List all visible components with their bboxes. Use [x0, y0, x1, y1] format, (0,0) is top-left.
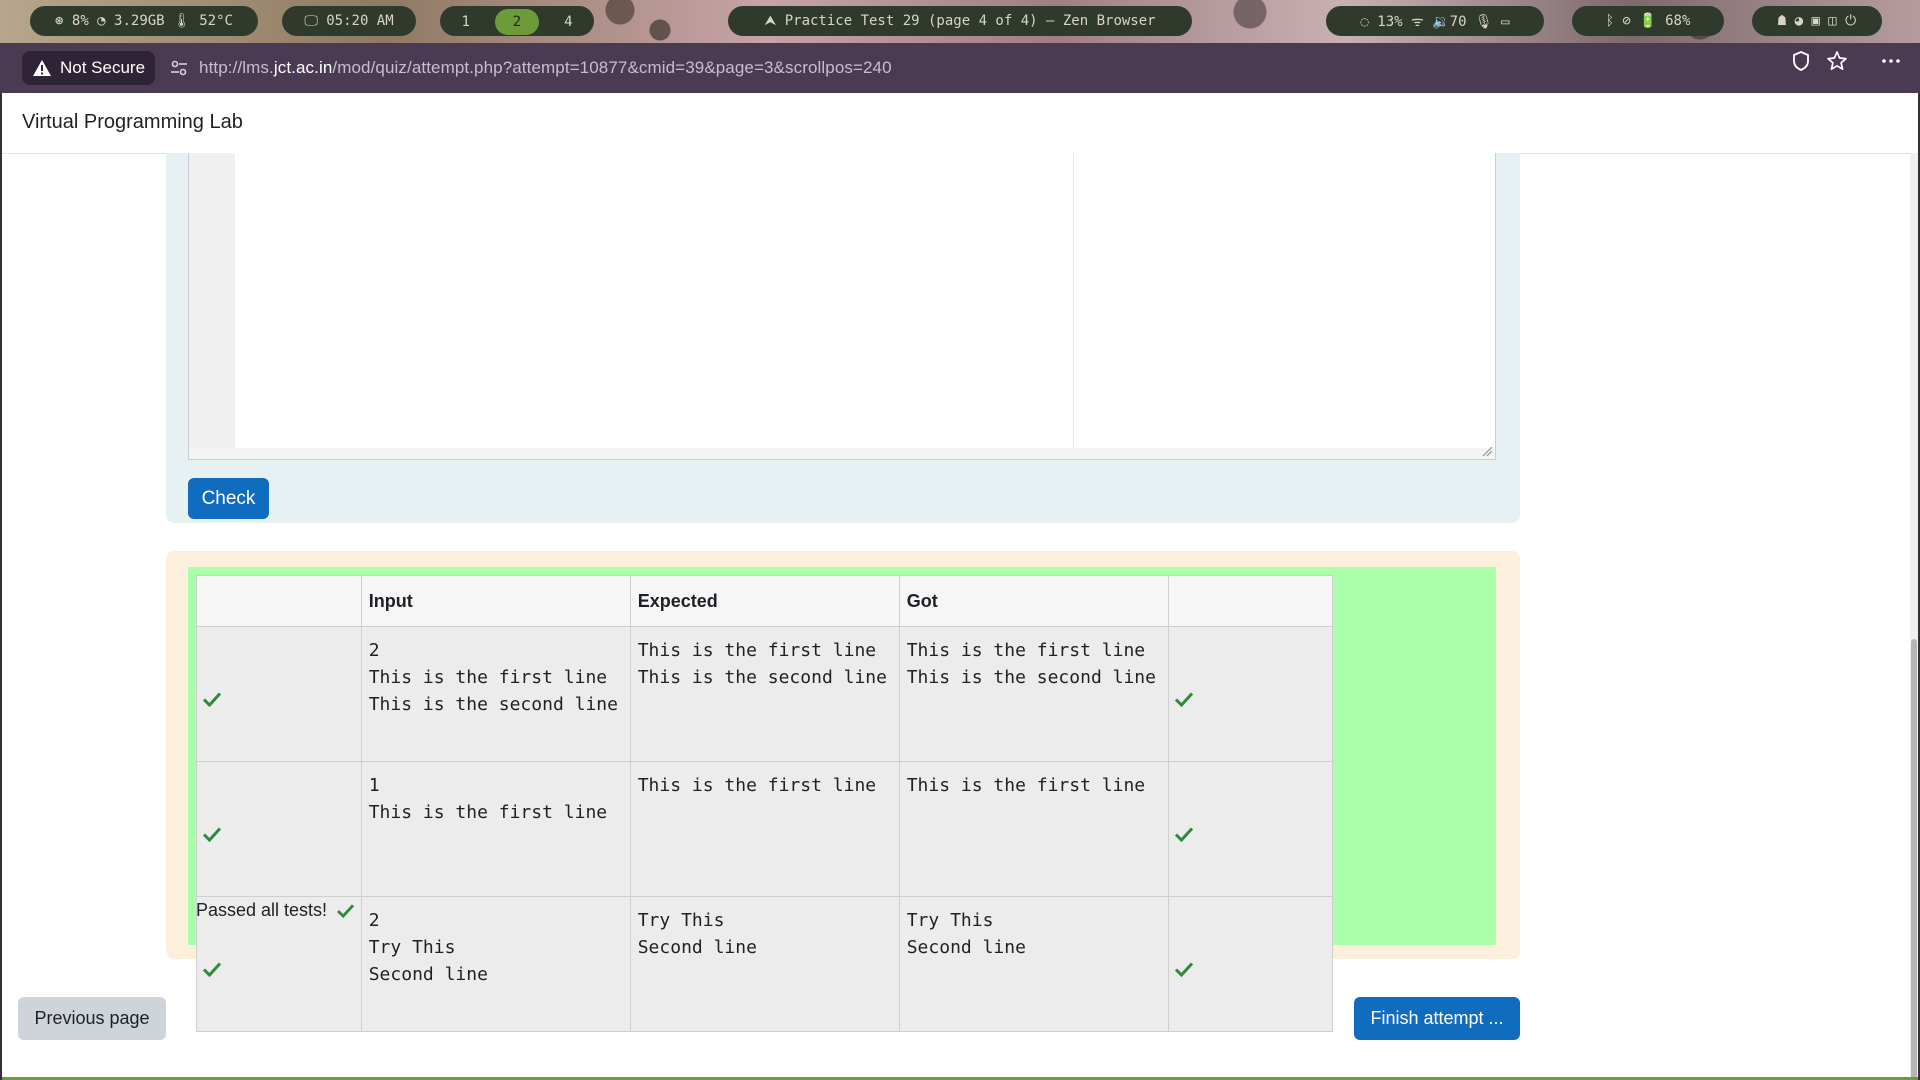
site-title[interactable]: Virtual Programming Lab [22, 111, 243, 134]
got-cell: This is the first line [898, 761, 1169, 897]
test-results-table: Input Expected Got 2 This is the first l… [196, 575, 1334, 1032]
table-header-row: Input Expected Got [196, 575, 1334, 627]
window-title: ⮝ Practice Test 29 (page 4 of 4) — Zen B… [728, 6, 1192, 36]
url-text[interactable]: http://lms.jct.ac.in/mod/quiz/attempt.ph… [199, 58, 892, 78]
page-content: Virtual Programming Lab Check Input Expe… [2, 93, 1918, 1080]
input-cell: 1 This is the first line [360, 761, 631, 897]
pass-icon-cell [196, 626, 362, 762]
browser-toolbar: Not Secure http://lms.jct.ac.in/mod/quiz… [0, 43, 1920, 93]
checkmark-icon [203, 962, 221, 977]
finish-attempt-button[interactable]: Finish attempt ... [1354, 997, 1520, 1040]
battery-text: ᛒ ⊘ 🔋 68% [1605, 13, 1691, 29]
expected-cell: Try This Second line [629, 896, 900, 1032]
table-row: 2 This is the first line This is the sec… [196, 626, 1334, 762]
check-button[interactable]: Check [188, 478, 269, 519]
expected-cell: This is the first line [629, 761, 900, 897]
checkmark-icon [1174, 827, 1193, 842]
shield-icon[interactable] [1790, 50, 1812, 72]
power-icons[interactable]: ☗ ◕ ▣ ◫ ⏻ [1778, 13, 1857, 29]
pass-icon-cell [196, 761, 362, 897]
expected-cell: This is the first line This is the secon… [629, 626, 900, 762]
not-secure-label: Not Secure [60, 58, 146, 77]
workspace-switcher[interactable]: 124 [440, 6, 594, 36]
editor-print-margin [1073, 153, 1074, 448]
table-row: 2 Try This Second line Try This Second l… [196, 896, 1334, 1032]
table-row: 1 This is the first line This is the fir… [196, 761, 1334, 897]
battery-status[interactable]: ᛒ ⊘ 🔋 68% [1572, 6, 1724, 36]
site-settings-icon[interactable] [169, 58, 189, 78]
status-header [196, 575, 362, 627]
got-cell: Try This Second line [898, 896, 1169, 1032]
not-secure-badge[interactable]: Not Secure [22, 51, 156, 85]
question-block: Check [166, 153, 1520, 523]
header-input: Input [360, 575, 631, 627]
pass-icon-cell [1167, 896, 1334, 1032]
editor-gutter [189, 153, 235, 448]
previous-page-button[interactable]: Previous page [18, 997, 166, 1040]
clock: 🖵 05:20 AM [282, 6, 416, 36]
url-path: /mod/quiz/attempt.php?attempt=10877&cmid… [332, 58, 892, 77]
site-header: Virtual Programming Lab [2, 93, 1918, 154]
editor-area[interactable] [235, 153, 1495, 448]
pass-summary: Passed all tests! [196, 900, 355, 921]
clock-text: 🖵 05:20 AM [304, 13, 394, 29]
checkmark-icon [203, 692, 221, 707]
header-got: Got [898, 575, 1169, 627]
system-status-text: ◌ 13% ᯤ 🔉70 🎙 ▭ [1360, 13, 1510, 30]
workspace-2-active[interactable]: 2 [495, 9, 539, 35]
scrollbar-thumb[interactable] [1911, 639, 1917, 1079]
workspace-4[interactable]: 4 [547, 9, 590, 35]
power-menu[interactable]: ☗ ◕ ▣ ◫ ⏻ [1752, 6, 1882, 36]
address-bar[interactable]: Not Secure http://lms.jct.ac.in/mod/quiz… [22, 50, 1920, 86]
pass-icon-cell [1167, 626, 1334, 762]
workspace-1[interactable]: 1 [444, 9, 487, 35]
page-scrollbar[interactable] [1910, 153, 1918, 1080]
got-cell: This is the first line This is the secon… [898, 626, 1169, 762]
results-block: Input Expected Got 2 This is the first l… [166, 551, 1520, 1032]
more-menu-icon[interactable] [1880, 50, 1902, 72]
results-panel: Input Expected Got 2 This is the first l… [188, 567, 1496, 1032]
checkmark-icon [1174, 692, 1193, 707]
bookmark-star-icon[interactable] [1826, 50, 1848, 72]
pass-summary-text: Passed all tests! [196, 900, 328, 920]
header-expected: Expected [629, 575, 900, 627]
window-title-text: ⮝ Practice Test 29 (page 4 of 4) — Zen B… [764, 13, 1156, 29]
system-status[interactable]: ◌ 13% ᯤ 🔉70 🎙 ▭ [1326, 6, 1544, 36]
system-bar: ⊛ 8% ◔ 3.29GB 🌡 52°C 🖵 05:20 AM 124 ⮝ Pr… [0, 0, 1920, 43]
checkmark-icon [337, 904, 355, 918]
url-prefix: http://lms. [199, 58, 274, 77]
system-stats-text: ⊛ 8% ◔ 3.29GB 🌡 52°C [55, 13, 233, 29]
code-editor[interactable] [188, 153, 1496, 460]
warning-icon [33, 60, 51, 76]
status-header-right [1167, 575, 1334, 627]
input-cell: 2 Try This Second line [360, 896, 631, 1032]
checkmark-icon [203, 827, 221, 842]
toolbar-actions [1790, 50, 1902, 72]
input-cell: 2 This is the first line This is the sec… [360, 626, 631, 762]
system-stats: ⊛ 8% ◔ 3.29GB 🌡 52°C [30, 6, 258, 36]
checkmark-icon [1174, 962, 1193, 977]
resize-grip-icon[interactable] [1481, 445, 1493, 457]
pass-icon-cell [1167, 761, 1334, 897]
url-domain: jct.ac.in [273, 58, 333, 77]
